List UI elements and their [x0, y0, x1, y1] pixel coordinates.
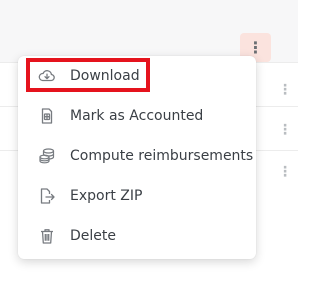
menu-item-label: Delete [70, 228, 116, 244]
menu-item-compute-reimbursements[interactable]: Compute reimbursements [18, 136, 256, 176]
document-icon [38, 107, 56, 125]
highlight-box [26, 58, 150, 92]
file-export-icon [38, 187, 56, 205]
menu-item-mark-as-accounted[interactable]: Mark as Accounted [18, 96, 256, 136]
menu-item-delete[interactable]: Delete [18, 216, 256, 256]
trash-icon [38, 227, 56, 245]
coins-icon [38, 147, 56, 165]
menu-item-label: Compute reimbursements [70, 148, 254, 164]
row-more-actions-icon[interactable]: ⋮ [278, 123, 292, 137]
menu-item-export-zip[interactable]: Export ZIP [18, 176, 256, 216]
row-more-actions-icon[interactable]: ⋮ [278, 165, 292, 179]
menu-item-label: Export ZIP [70, 188, 143, 204]
row-more-actions-icon[interactable]: ⋮ [278, 83, 292, 97]
menu-item-label: Mark as Accounted [70, 108, 204, 124]
vertical-ellipsis-icon: ⋮ [247, 37, 264, 57]
